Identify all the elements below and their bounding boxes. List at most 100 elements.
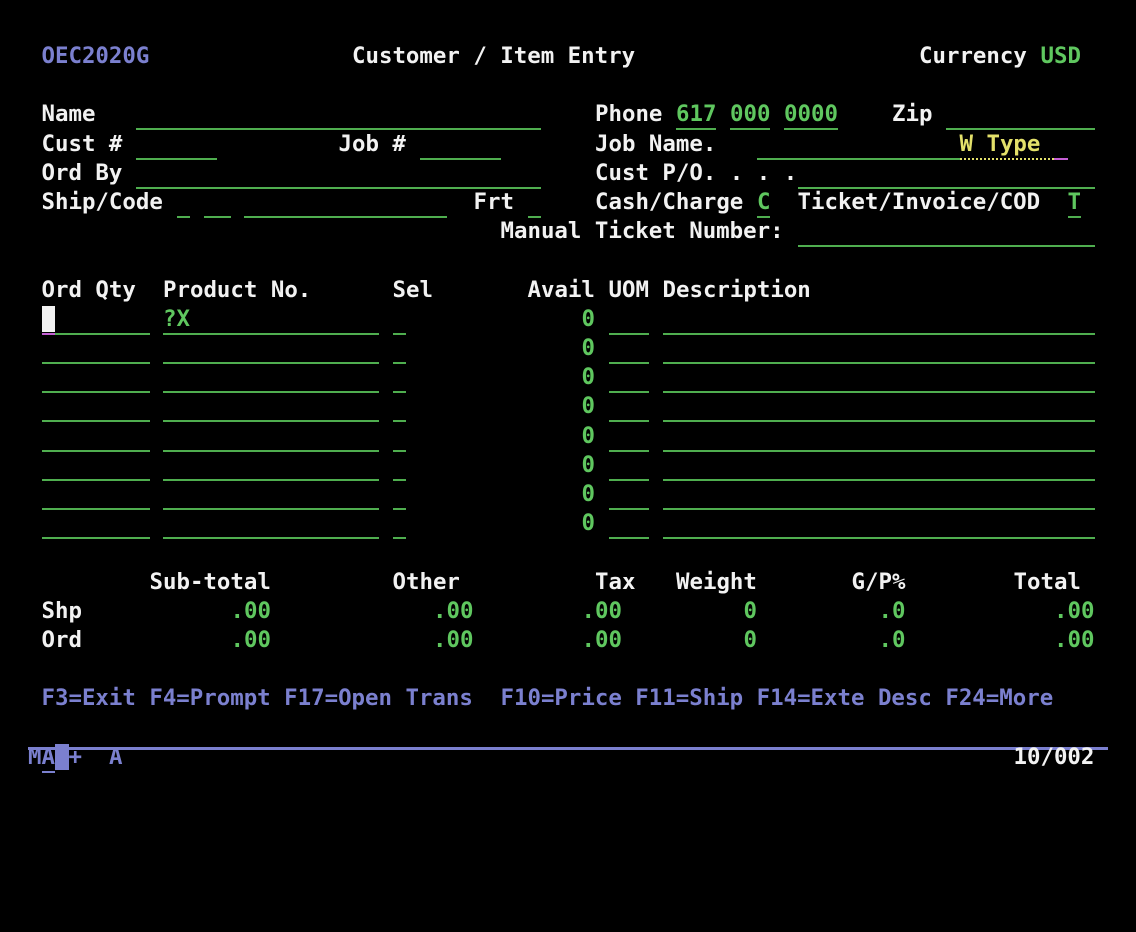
- ord-weight-value: 0: [744, 626, 757, 655]
- oia-cursor-position: 10/002: [1014, 743, 1095, 772]
- total-header: Total: [1014, 568, 1081, 597]
- sel-input-7[interactable]: [393, 480, 407, 510]
- ord-gp-percent-value: .0: [879, 626, 906, 655]
- frt-input[interactable]: [528, 188, 542, 218]
- w-type-input[interactable]: [1054, 130, 1068, 160]
- gp-percent-header: G/P%: [852, 568, 906, 597]
- ship-code-input-3[interactable]: [244, 188, 447, 218]
- uom-input-6[interactable]: [609, 451, 650, 481]
- avail-header: Avail: [528, 276, 595, 305]
- sel-input-4[interactable]: [393, 392, 407, 422]
- description-input-5[interactable]: [663, 422, 1095, 452]
- oia-plus-indicator: +: [69, 743, 82, 772]
- ord-qty-input-2[interactable]: [42, 334, 150, 364]
- ord-by-input[interactable]: [136, 159, 541, 189]
- uom-input-1[interactable]: [609, 305, 650, 335]
- avail-value-2: 0: [582, 334, 595, 363]
- ship-code-input-1[interactable]: [177, 188, 191, 218]
- cash-charge-value[interactable]: C: [757, 188, 770, 218]
- description-input-7[interactable]: [663, 480, 1095, 510]
- phone-area-value[interactable]: 617: [676, 100, 716, 130]
- ticket-invoice-cod-label: Ticket/Invoice/COD: [798, 188, 1041, 217]
- description-input-4[interactable]: [663, 392, 1095, 422]
- terminal-screen[interactable]: OEC2020GCustomer / Item EntryCurrencyUSD…: [0, 0, 1136, 932]
- name-input[interactable]: [136, 100, 541, 130]
- description-input-8[interactable]: [663, 509, 1095, 539]
- uom-input-4[interactable]: [609, 392, 650, 422]
- currency-value: USD: [1041, 42, 1081, 71]
- sel-input-5[interactable]: [393, 422, 407, 452]
- product-no-input-2[interactable]: [163, 334, 379, 364]
- uom-header: UOM: [609, 276, 649, 305]
- sel-header: Sel: [393, 276, 433, 305]
- other-header: Other: [393, 568, 460, 597]
- description-input-2[interactable]: [663, 334, 1095, 364]
- product-no-input-4[interactable]: [163, 392, 379, 422]
- avail-value-3: 0: [582, 363, 595, 392]
- product-no-input-8[interactable]: [163, 509, 379, 539]
- uom-input-8[interactable]: [609, 509, 650, 539]
- ord-tax-value: .00: [582, 626, 622, 655]
- w-type-label: W Type: [960, 130, 1054, 160]
- uom-input-5[interactable]: [609, 422, 650, 452]
- sel-input-2[interactable]: [393, 334, 407, 364]
- manual-ticket-label: Manual Ticket Number:: [501, 217, 784, 246]
- shp-other-value: .00: [433, 597, 473, 626]
- uom-input-3[interactable]: [609, 363, 650, 393]
- oia-system-available-indicator: M: [28, 743, 41, 772]
- product-no-input-3[interactable]: [163, 363, 379, 393]
- product-no-input-6[interactable]: [163, 451, 379, 481]
- description-input-3[interactable]: [663, 363, 1095, 393]
- avail-value-4: 0: [582, 392, 595, 421]
- ord-qty-input-8[interactable]: [42, 509, 150, 539]
- weight-header: Weight: [676, 568, 757, 597]
- product-no-input-7[interactable]: [163, 480, 379, 510]
- uom-input-7[interactable]: [609, 480, 650, 510]
- shp-row-label: Shp: [42, 597, 82, 626]
- ord-qty-input-1[interactable]: [42, 305, 150, 335]
- ord-qty-input-4[interactable]: [42, 392, 150, 422]
- avail-value-7: 0: [582, 480, 595, 509]
- program-id: OEC2020G: [42, 42, 150, 71]
- sel-input-1[interactable]: [393, 305, 407, 335]
- avail-value-1: 0: [582, 305, 595, 334]
- description-input-6[interactable]: [663, 451, 1095, 481]
- frt-label: Frt: [474, 188, 514, 217]
- job-number-input[interactable]: [420, 130, 501, 160]
- phone-line-value[interactable]: 0000: [784, 100, 838, 130]
- cust-po-input[interactable]: [798, 159, 1095, 189]
- cursor-block: [42, 306, 56, 332]
- sel-input-8[interactable]: [393, 509, 407, 539]
- oia-input-inhibited-block: [55, 744, 69, 770]
- cust-number-label: Cust #: [42, 130, 123, 159]
- sel-input-3[interactable]: [393, 363, 407, 393]
- cust-number-input[interactable]: [136, 130, 217, 160]
- job-number-label: Job #: [339, 130, 406, 159]
- subtotal-header: Sub-total: [150, 568, 271, 597]
- currency-label: Currency: [919, 42, 1027, 71]
- ord-total-value: .00: [1054, 626, 1094, 655]
- phone-exchange-value[interactable]: 000: [730, 100, 770, 130]
- zip-input[interactable]: [946, 100, 1095, 130]
- shp-gp-percent-value: .0: [879, 597, 906, 626]
- shp-tax-value: .00: [582, 597, 622, 626]
- ord-qty-input-3[interactable]: [42, 363, 150, 393]
- product-no-input-1[interactable]: [163, 305, 379, 335]
- ticket-invoice-cod-value[interactable]: T: [1068, 188, 1081, 218]
- job-name-label: Job Name.: [595, 130, 716, 159]
- phone-label: Phone: [595, 100, 662, 129]
- oia-separator: [28, 747, 1108, 750]
- ord-qty-input-6[interactable]: [42, 451, 150, 481]
- ship-code-input-2[interactable]: [204, 188, 231, 218]
- job-name-input[interactable]: [757, 130, 960, 160]
- manual-ticket-input[interactable]: [798, 217, 1095, 247]
- ord-qty-input-7[interactable]: [42, 480, 150, 510]
- ord-qty-header: Ord Qty: [42, 276, 136, 305]
- product-no-input-5[interactable]: [163, 422, 379, 452]
- description-input-1[interactable]: [663, 305, 1095, 335]
- ord-qty-input-5[interactable]: [42, 422, 150, 452]
- uom-input-2[interactable]: [609, 334, 650, 364]
- sel-input-6[interactable]: [393, 451, 407, 481]
- avail-value-5: 0: [582, 422, 595, 451]
- product-no-value-1: ?X: [163, 305, 190, 334]
